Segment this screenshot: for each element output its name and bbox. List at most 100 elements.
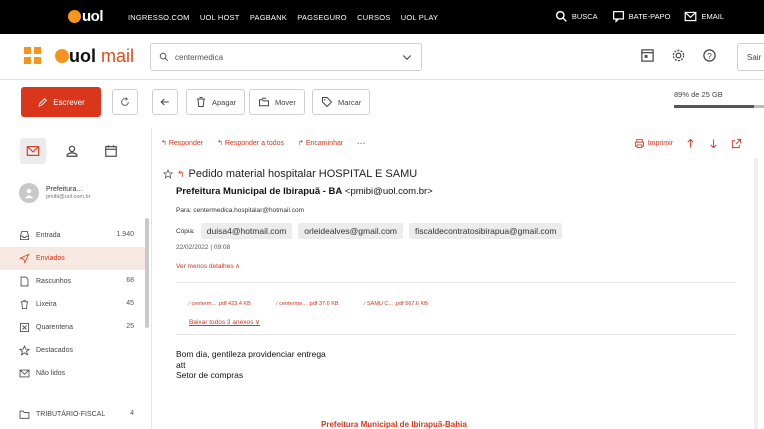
person-icon — [66, 145, 78, 157]
mark-button[interactable]: Marcar — [312, 89, 371, 115]
sidebar-item-lixeira[interactable]: Lixeira 45 — [0, 293, 146, 316]
move-button[interactable]: Mover — [249, 89, 305, 115]
calendar-icon[interactable] — [640, 48, 655, 63]
attachment-item[interactable]: ∕ centerm... .pdf 423.4 KB — [189, 301, 251, 307]
message-from: Prefeitura Municipal de Ibirapuã - BA <p… — [176, 186, 433, 197]
nav-link-uolhost[interactable]: UOL HOST — [200, 13, 240, 22]
sidebar-item-enviados[interactable]: Enviados — [0, 247, 146, 270]
mail-header: uol mail centermedica ? Sair — [0, 34, 764, 80]
avatar — [19, 183, 39, 203]
apps-grid-icon[interactable] — [24, 47, 42, 65]
nav-link-uolplay[interactable]: UOL PLAY — [401, 13, 438, 22]
quarantine-icon — [19, 322, 30, 333]
body-line: Bom dia, gentileza providenciar entrega — [176, 349, 326, 359]
nav-link-pagbank[interactable]: PAGBANK — [250, 13, 287, 22]
email-link[interactable]: EMAIL — [684, 10, 724, 23]
trash-icon — [20, 299, 29, 310]
tab-contacts[interactable] — [59, 138, 85, 164]
forward-button[interactable]: ↱ Encaminhar — [298, 139, 343, 147]
paperclip-icon: ∕ — [189, 301, 190, 307]
tab-calendar[interactable] — [98, 138, 124, 164]
back-button[interactable] — [152, 89, 178, 115]
nav-link-cursos[interactable]: CURSOS — [357, 13, 390, 22]
sidebar: Prefeitura... pmibi@uol.com.br Entrada 1.… — [0, 128, 150, 429]
arrow-down-icon[interactable] — [708, 138, 719, 149]
sidebar-item-tributario-fiscal[interactable]: TRIBUTÁRIO-FISCAL 4 — [0, 403, 146, 426]
paperclip-icon: ∕ — [276, 301, 278, 307]
message-pane: ↰ Responder ↰ Responder a todos ↱ Encami… — [151, 128, 764, 429]
unread-icon — [19, 369, 30, 378]
message-footer: Prefeitura Municipal de Ibirapuã-Bahia — [321, 420, 467, 429]
gear-icon[interactable] — [671, 48, 686, 63]
sidebar-scrollbar[interactable] — [145, 218, 149, 328]
move-folder-icon — [259, 97, 269, 107]
chevron-down-icon[interactable] — [401, 51, 413, 63]
storage-quota: 89% de 25 GB — [674, 90, 764, 108]
sidebar-item-entrada[interactable]: Entrada 1.940 — [0, 224, 146, 247]
logout-button[interactable]: Sair — [737, 43, 764, 71]
print-button[interactable]: Imprimir — [634, 138, 673, 149]
batepapo-link[interactable]: BATE-PAPO — [612, 10, 670, 23]
message-cc: Cópia: duisa4@hotmail.com orleidealves@g… — [176, 223, 563, 239]
header-icons: ? — [640, 48, 717, 63]
cc-chip[interactable]: orleidealves@gmail.com — [298, 223, 404, 239]
less-details-link[interactable]: Ver menos detalhes ∧ — [176, 262, 240, 270]
quota-bar — [674, 105, 764, 108]
tab-mail[interactable] — [20, 138, 46, 164]
message-scrollbar[interactable] — [754, 158, 758, 429]
compose-button[interactable]: Escrever — [21, 87, 101, 117]
message-body: Bom dia, gentileza providenciar entrega … — [176, 349, 326, 381]
cc-chip[interactable]: duisa4@hotmail.com — [200, 223, 293, 239]
sidebar-item-rascunhos[interactable]: Rascunhos 68 — [0, 270, 146, 293]
recipient[interactable]: centermedica.hospitalar@hotmail.com — [193, 207, 304, 214]
sidebar-item-nao-lidos[interactable]: Não lidos — [0, 362, 146, 385]
folder-count: 68 — [126, 277, 134, 284]
uol-mail-logo[interactable]: uol mail — [55, 46, 134, 67]
refresh-button[interactable] — [112, 89, 138, 115]
sidebar-item-quarentena[interactable]: Quarentena 25 — [0, 316, 146, 339]
search-input[interactable]: centermedica — [150, 43, 422, 71]
uol-ball-icon — [68, 10, 81, 23]
account-info[interactable]: Prefeitura... pmibi@uol.com.br — [19, 183, 90, 203]
divider — [176, 334, 736, 335]
envelope-icon — [685, 11, 697, 22]
sidebar-item-destacados[interactable]: Destacados — [0, 339, 146, 362]
busca-link[interactable]: BUSCA — [555, 10, 598, 23]
top-right-links: BUSCA BATE-PAPO EMAIL — [555, 10, 724, 23]
delete-button[interactable]: Apagar — [186, 89, 246, 115]
chevron-down-icon: ∨ — [255, 319, 260, 326]
download-all-link[interactable]: Baixar todos 3 anexos ∨ — [189, 318, 260, 326]
reply-all-button[interactable]: ↰ Responder a todos — [217, 139, 284, 147]
more-button[interactable]: ... — [357, 139, 366, 147]
cc-chip[interactable]: fiscaldecontratosibirapua@gmail.com — [409, 223, 563, 239]
printer-icon — [634, 138, 644, 149]
attachment-item[interactable]: ∕ centerme... .pdf 37.6 KB — [277, 301, 339, 307]
folder-list: Entrada 1.940 Enviados Rascunhos 68 Lixeir… — [0, 224, 146, 426]
reply-button[interactable]: ↰ Responder — [161, 139, 203, 147]
top-nav-links: INGRESSO.COM UOL HOST PAGBANK PAGSEGURO … — [128, 13, 446, 22]
tag-icon — [322, 97, 333, 108]
inbox-icon — [19, 230, 30, 241]
message-to: Para: centermedica.hospitalar@hotmail.co… — [176, 207, 305, 214]
message-date: 22/02/2022 | 09:08 — [176, 244, 231, 251]
search-value: centermedica — [175, 52, 224, 62]
star-icon[interactable] — [163, 169, 173, 179]
calendar-icon — [105, 145, 117, 157]
paperclip-icon: ∕ — [364, 301, 366, 307]
open-external-icon[interactable] — [731, 138, 742, 149]
trash-icon — [196, 97, 206, 107]
arrow-up-icon[interactable] — [685, 138, 696, 149]
replied-icon: ↰ — [177, 168, 185, 179]
envelope-icon — [26, 146, 40, 156]
account-name: Prefeitura... — [46, 186, 83, 193]
nav-link-pagseguro[interactable]: PAGSEGURO — [297, 13, 347, 22]
sender-name: Prefeitura Municipal de Ibirapuã - BA — [176, 186, 343, 197]
folder-count: 1.940 — [116, 231, 134, 238]
uol-ball-icon — [55, 49, 69, 63]
attachment-item[interactable]: ∕ SAMU C... .pdf 567.6 KB — [365, 301, 428, 307]
body-line: Setor de compras — [176, 370, 244, 380]
help-icon[interactable]: ? — [702, 48, 717, 63]
uol-logo[interactable]: uol — [68, 8, 104, 25]
nav-link-ingresso[interactable]: INGRESSO.COM — [128, 13, 190, 22]
search-icon — [159, 52, 169, 62]
